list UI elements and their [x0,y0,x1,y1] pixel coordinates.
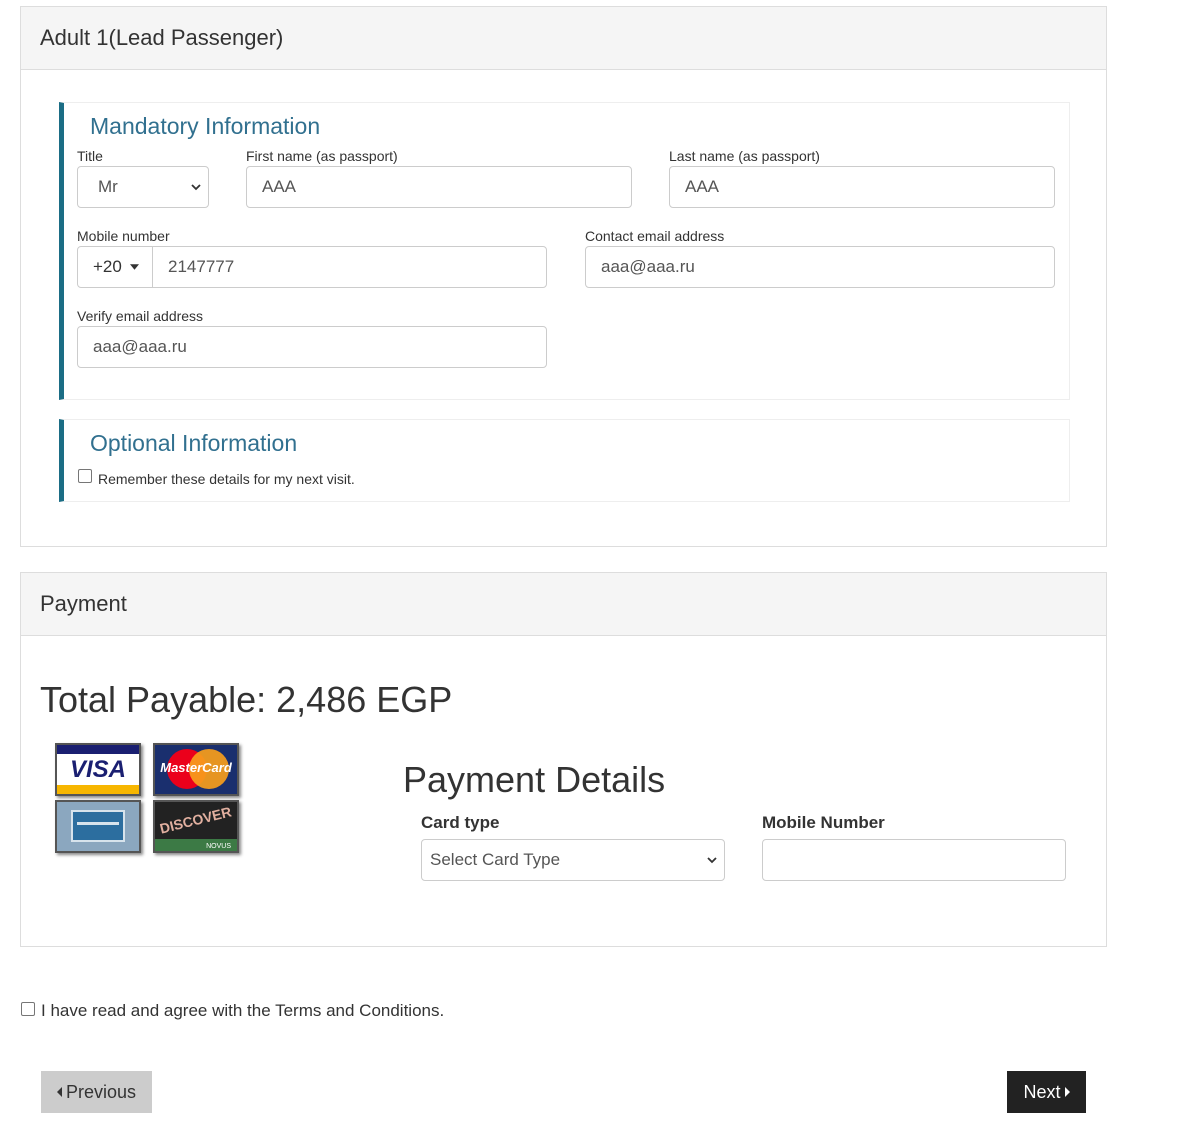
amex-logo [55,800,141,853]
verify-email-label: Verify email address [77,308,204,324]
remember-label: Remember these details for my next visit… [98,471,355,487]
country-code-value: +20 [93,257,122,276]
payment-mobile-number-input[interactable] [762,839,1066,881]
previous-button[interactable]: Previous [41,1071,152,1113]
chevron-down-icon [191,184,201,191]
passenger-panel: Adult 1(Lead Passenger) Mandatory Inform… [20,6,1107,547]
mastercard-logo: MasterCard [153,743,239,796]
total-payable: Total Payable: 2,486 EGP [40,679,453,720]
next-button[interactable]: Next [1007,1071,1086,1113]
caret-right-icon [1064,1087,1070,1097]
remember-checkbox[interactable] [78,469,92,483]
previous-button-label: Previous [65,1082,137,1102]
email-input[interactable]: aaa@aaa.ru [585,246,1055,288]
terms-checkbox[interactable] [21,1002,35,1016]
mastercard-logo-text: MasterCard [160,760,232,775]
mandatory-section: Mandatory Information Title Mr First nam… [59,102,1070,400]
terms-label: I have read and agree with the Terms and… [41,1001,445,1020]
mobile-number-label: Mobile Number [762,813,885,832]
next-button-label: Next [1023,1082,1061,1102]
payment-panel: Payment Total Payable: 2,486 EGP VISA Ma… [20,572,1107,947]
optional-section-title: Optional Information [90,430,298,456]
email-label: Contact email address [585,228,725,244]
card-type-select-value: Select Card Type [430,850,561,869]
card-type-select[interactable]: Select Card Type [421,839,725,881]
chevron-down-icon [707,857,717,864]
visa-logo: VISA [55,743,141,796]
caret-down-icon [129,264,139,270]
verify-email-input[interactable]: aaa@aaa.ru [77,326,547,368]
discover-logo-text: DISCOVER [158,803,233,837]
optional-section: Optional Information Remember these deta… [59,419,1070,502]
title-label: Title [77,148,103,164]
payment-details-title: Payment Details [403,759,666,800]
passenger-panel-heading: Adult 1(Lead Passenger) [21,7,1106,70]
last-name-input[interactable]: AAA [669,166,1055,208]
country-code-dropdown[interactable]: +20 [78,247,153,287]
mandatory-section-title: Mandatory Information [90,113,321,139]
caret-left-icon [56,1087,62,1097]
mobile-number-input[interactable]: 2147777 [168,247,234,287]
first-name-input[interactable]: AAA [246,166,632,208]
payment-panel-heading: Payment [21,573,1106,636]
discover-logo: DISCOVER NOVUS [153,800,239,853]
title-select[interactable]: Mr [77,166,209,208]
mobile-input-group: +20 2147777 [77,246,547,288]
last-name-label: Last name (as passport) [669,148,820,164]
mobile-label: Mobile number [77,228,170,244]
discover-logo-subtext: NOVUS [206,843,231,850]
title-select-value: Mr [98,177,118,196]
first-name-label: First name (as passport) [246,148,398,164]
visa-logo-text: VISA [69,756,126,783]
card-type-label: Card type [421,813,500,832]
